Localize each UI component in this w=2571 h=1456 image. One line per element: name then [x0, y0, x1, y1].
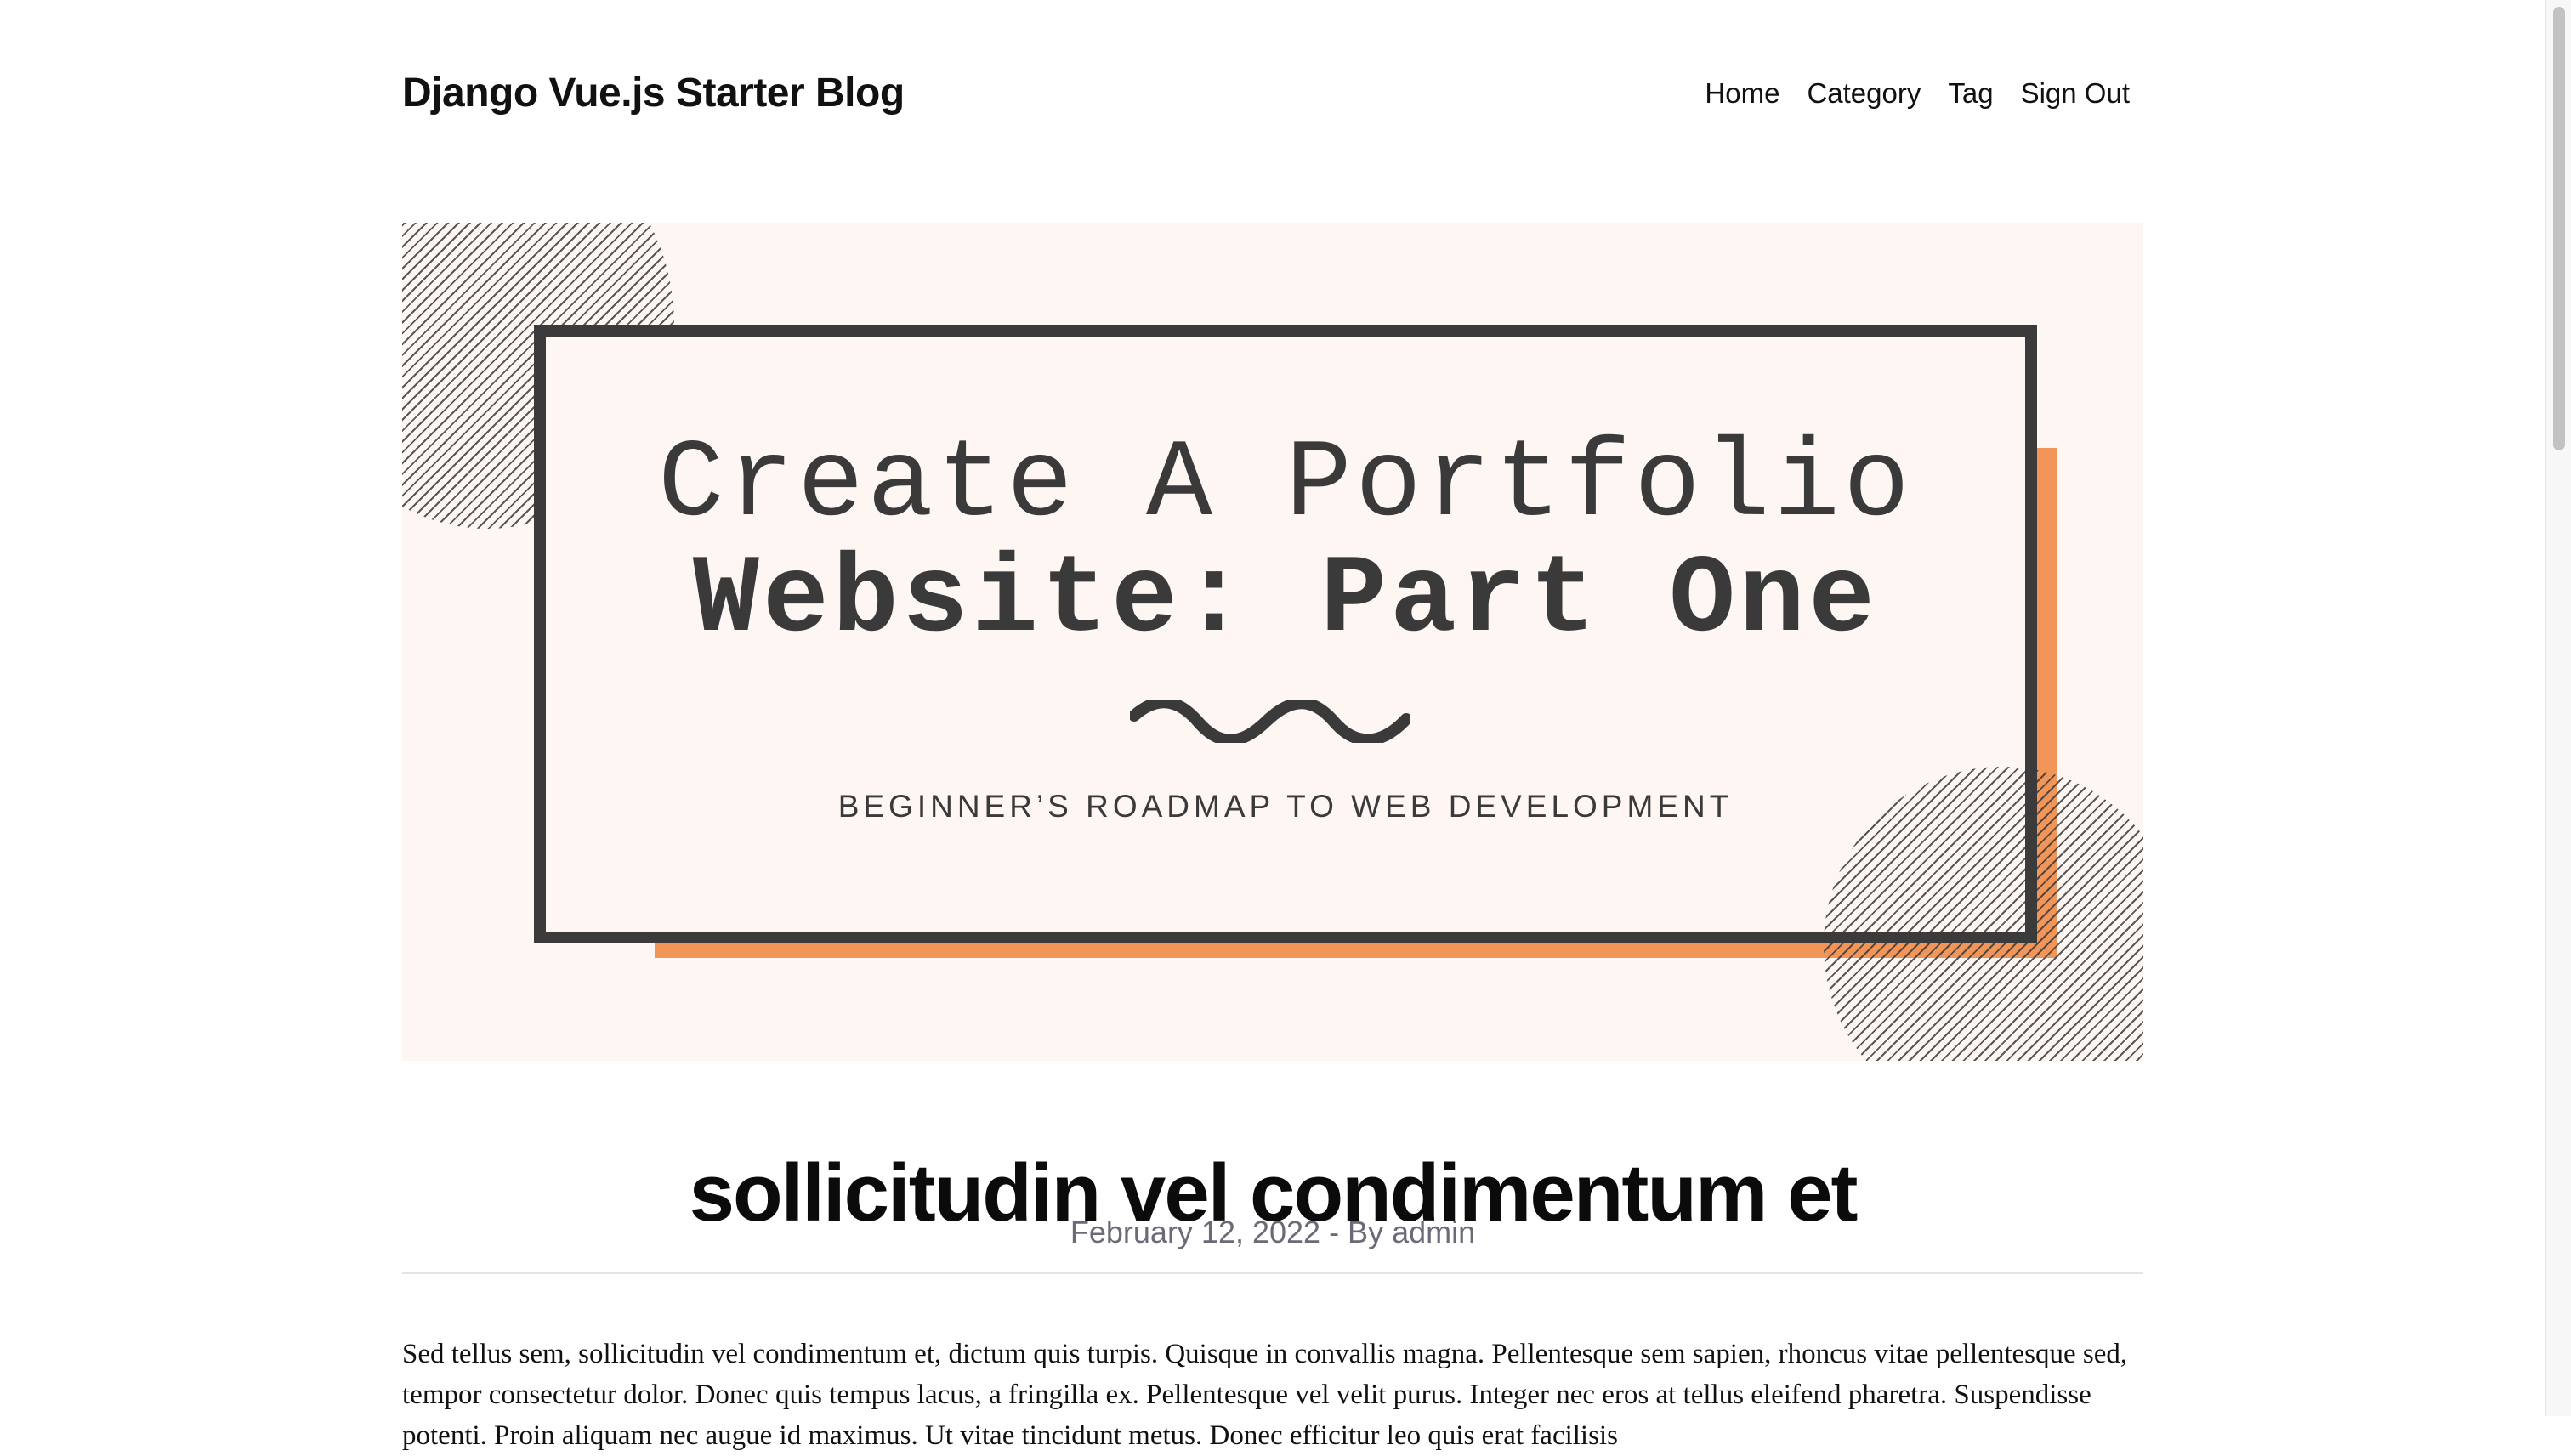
nav-sign-out-link[interactable]: Sign Out — [2021, 66, 2130, 121]
hero-subtitle: BEGINNER’S ROADMAP TO WEB DEVELOPMENT — [837, 789, 1734, 824]
nav-home-link[interactable]: Home — [1705, 66, 1779, 121]
page-scrollbar[interactable] — [2545, 0, 2571, 1416]
site-header: Django Vue.js Starter Blog Home Category… — [402, 66, 2143, 121]
post-body: Sed tellus sem, sollicitudin vel condime… — [402, 1339, 2128, 1451]
hero-title-line-1: Create A Portfolio — [657, 423, 1914, 548]
nav-category-link[interactable]: Category — [1807, 66, 1921, 121]
site-brand-link[interactable]: Django Vue.js Starter Blog — [402, 66, 905, 121]
page: Django Vue.js Starter Blog Home Category… — [0, 0, 2545, 1451]
hero-frame: Create A Portfolio Website: Part One BEG… — [534, 325, 2037, 943]
hero-title-line-2: Website: Part One — [692, 539, 1879, 664]
divider — [402, 1272, 2143, 1274]
post-meta: February 12, 2022 - By admin — [1070, 1215, 1476, 1249]
post-hero-image: Create A Portfolio Website: Part One BEG… — [402, 223, 2143, 1061]
scrollbar-thumb[interactable] — [2553, 7, 2565, 450]
hero-title: Create A Portfolio Website: Part One — [546, 428, 2025, 660]
squiggle-decoration — [1130, 700, 1410, 743]
nav-tag-link[interactable]: Tag — [1948, 66, 1993, 121]
main-nav: Home Category Tag Sign Out — [1705, 66, 2130, 121]
